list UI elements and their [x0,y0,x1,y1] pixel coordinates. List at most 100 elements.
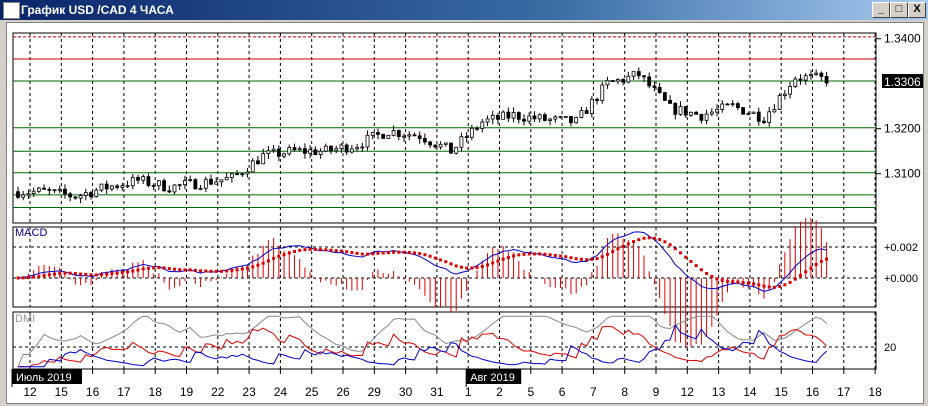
x-tick-label: 13 [712,385,726,399]
candle-body [271,148,276,152]
signal-point [345,250,349,254]
candle-body [261,153,266,165]
signal-point [548,253,552,257]
signal-point [783,283,787,287]
candle-body [506,111,511,119]
adx-line [17,315,827,367]
signal-point [329,248,333,252]
signal-point [73,272,77,276]
candle-body [36,187,41,192]
candle-body [156,180,161,187]
candle-body [589,98,594,114]
maximize-button[interactable]: □ [890,2,908,18]
x-tick-label: 8 [621,385,628,399]
chart-app-icon [3,2,20,19]
signal-point [527,252,531,256]
candle-body [282,153,286,157]
signal-point [282,253,286,257]
signal-point [204,269,208,273]
signal-point [616,247,620,251]
di-minus-line [18,323,827,368]
signal-point [673,247,677,251]
signal-point [319,248,323,252]
signal-point [788,280,792,284]
candle-body [42,187,46,190]
signal-point [199,269,203,273]
signal-point [762,284,766,288]
signal-point [303,248,307,252]
signal-point [684,255,688,259]
candle-body [360,146,365,149]
candle-body [736,103,740,108]
candle-body [229,173,234,178]
signal-point [564,255,568,259]
candle-body [610,80,615,82]
candle-body [715,109,719,113]
signal-point [141,267,145,271]
signal-point [392,250,396,254]
macd-label: MACD [15,227,47,239]
signal-point [277,254,281,258]
signal-point [230,268,234,272]
x-tick-label: 24 [274,385,288,399]
signal-point [799,274,802,278]
signal-point [637,238,641,242]
signal-point [26,276,30,280]
signal-point [47,273,51,277]
candle-body [57,188,62,191]
candle-body [819,72,824,77]
signal-point [209,269,213,273]
signal-point [689,259,693,263]
signal-point [496,259,500,263]
signal-point [444,260,448,264]
signal-point [21,276,25,280]
signal-point [37,274,41,278]
minimize-button[interactable]: _ [872,2,890,18]
candle-body [532,115,537,120]
candle-body [683,106,688,116]
signal-point [235,268,239,272]
signal-point [366,252,370,256]
candle-body [678,106,683,115]
panel-frame-2 [12,311,877,370]
signal-point [825,257,829,261]
candle-body [256,160,260,165]
candle-body [26,193,31,196]
signal-point [694,264,698,268]
candle-body [647,76,652,87]
candle-body [376,132,380,135]
x-tick-label: 30 [399,385,413,399]
candle-body [428,141,433,146]
price-tick-label: 1.3100 [884,167,921,181]
candle-body [177,184,182,187]
signal-point [658,237,662,241]
signal-point [79,272,83,276]
candle-body [616,79,620,82]
candle-body [782,93,787,96]
signal-point [16,276,20,280]
candle-body [386,134,391,139]
signal-point [266,259,270,263]
x-tick-label: 19 [180,385,194,399]
candle-body [183,180,187,186]
candle-body [563,116,568,118]
candle-body [548,118,552,121]
signal-point [256,263,260,267]
candle-body [553,116,558,120]
candle-body [464,136,469,139]
chart-canvas[interactable]: 12 15 16 17 18 19 22 23 24 25 26 29 30 31 1 2 5 6 7 8 9 12 13 1… [6,22,924,404]
candle-body [130,177,135,187]
candle-body [767,111,772,123]
close-button[interactable]: X [908,2,926,18]
candle-body [689,111,693,116]
x-tick-label: 6 [559,385,566,399]
candle-body [751,111,756,114]
signal-point [402,250,406,254]
candle-body [642,75,646,78]
signal-point [94,273,98,277]
candle-body [746,113,751,115]
candle-body [308,149,313,154]
candle-body [636,71,641,77]
candle-body [125,185,130,188]
signal-point [261,261,265,265]
